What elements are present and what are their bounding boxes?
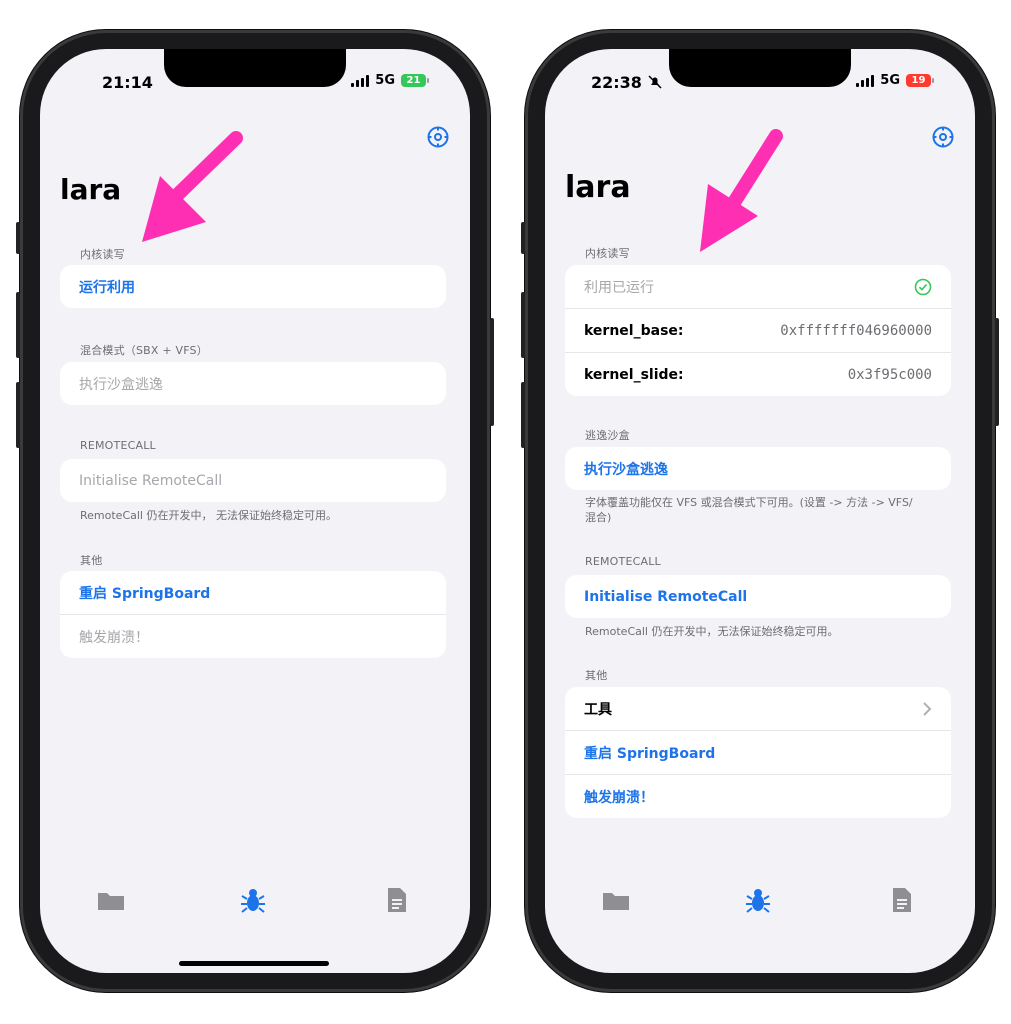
escape-card: 执行沙盒逃逸 (565, 447, 951, 490)
tools-row[interactable]: 工具 (565, 687, 951, 730)
signal-icon (856, 74, 875, 87)
notch (164, 49, 346, 87)
kernel-slide-value: 0x3f95c000 (847, 366, 932, 383)
document-icon[interactable] (382, 885, 412, 915)
page-title: lara (565, 170, 631, 205)
section-label-kernel-rw: 内核读写 (80, 248, 125, 261)
annotation-arrow-right (700, 129, 783, 252)
status-time: 22:38 (591, 73, 662, 92)
section-label-other: 其他 (585, 669, 608, 682)
remotecall-card: Initialise RemoteCall (565, 575, 951, 618)
notch (669, 49, 851, 87)
remotecall-note: RemoteCall 仍在开发中， 无法保证始终稳定可用。 (80, 509, 337, 522)
escape-note: 字体覆盖功能仅在 VFS 或混合模式下可用。(设置 -> 方法 -> VFS/混… (585, 496, 913, 524)
exploit-ran-row: 利用已运行 (565, 265, 951, 308)
left-phone: 21:14 5G 21 lara 内核读写 运行利用 混合模式（SBX + VF… (16, 30, 494, 992)
kernel-base-row: kernel_base: 0xfffffff046960000 (565, 308, 951, 352)
init-remotecall-button[interactable]: Initialise RemoteCall (565, 575, 951, 618)
folder-icon[interactable] (601, 885, 631, 915)
checkmark-circle-icon (914, 278, 932, 295)
signal-icon (351, 74, 370, 87)
other-card: 工具 重启 SpringBoard 触发崩溃！ (565, 687, 951, 818)
status-indicators: 5G 19 (856, 73, 934, 88)
status-time-text: 22:38 (591, 73, 642, 92)
tab-bar (40, 885, 470, 925)
power-button (995, 318, 999, 426)
section-label-other: 其他 (80, 554, 103, 567)
kernel-slide-row: kernel_slide: 0x3f95c000 (565, 352, 951, 396)
mute-switch (521, 222, 525, 254)
battery-icon: 19 (906, 74, 934, 87)
other-card: 重启 SpringBoard 触发崩溃！ (60, 571, 446, 658)
section-label-kernel-rw: 内核读写 (585, 247, 630, 260)
page-title: lara (60, 173, 122, 206)
chevron-right-icon (923, 701, 932, 716)
document-icon[interactable] (887, 885, 917, 915)
section-label-hybrid: 混合模式（SBX + VFS） (80, 344, 208, 357)
left-screen: 21:14 5G 21 lara 内核读写 运行利用 混合模式（SBX + VF… (40, 49, 470, 973)
trigger-crash-button[interactable]: 触发崩溃！ (565, 774, 951, 818)
network-label: 5G (375, 73, 395, 88)
kernel-slide-label: kernel_slide: (584, 366, 684, 383)
volume-up-button (521, 292, 525, 358)
bug-icon[interactable] (238, 885, 268, 915)
mute-switch (16, 222, 20, 254)
kernel-rw-card: 利用已运行 kernel_base: 0xfffffff046960000 ke… (565, 265, 951, 396)
tools-label: 工具 (584, 701, 612, 718)
section-label-remotecall: REMOTECALL (80, 439, 156, 452)
folder-icon[interactable] (96, 885, 126, 915)
section-label-remotecall: REMOTECALL (585, 555, 661, 568)
run-exploit-button[interactable]: 运行利用 (60, 265, 446, 308)
section-label-escape: 逃逸沙盒 (585, 429, 630, 442)
kernel-rw-card: 运行利用 (60, 265, 446, 308)
battery-icon: 21 (401, 74, 429, 87)
init-remotecall-button[interactable]: Initialise RemoteCall (60, 459, 446, 502)
kernel-base-label: kernel_base: (584, 322, 684, 339)
status-indicators: 5G 21 (351, 73, 429, 88)
volume-down-button (521, 382, 525, 448)
settings-gear-icon[interactable] (426, 125, 450, 149)
status-time: 21:14 (102, 73, 153, 92)
annotation-arrow-left (142, 131, 243, 242)
sandbox-escape-button[interactable]: 执行沙盒逃逸 (60, 362, 446, 405)
remotecall-card: Initialise RemoteCall (60, 459, 446, 502)
network-label: 5G (880, 73, 900, 88)
remotecall-note: RemoteCall 仍在开发中，无法保证始终稳定可用。 (585, 625, 839, 638)
tab-bar (545, 885, 975, 925)
silent-bell-icon (647, 75, 662, 89)
exploit-ran-label: 利用已运行 (584, 279, 654, 296)
respring-button[interactable]: 重启 SpringBoard (60, 571, 446, 614)
volume-up-button (16, 292, 20, 358)
home-indicator (179, 961, 329, 966)
trigger-crash-button[interactable]: 触发崩溃！ (60, 614, 446, 658)
hybrid-card: 执行沙盒逃逸 (60, 362, 446, 405)
power-button (490, 318, 494, 426)
settings-gear-icon[interactable] (931, 125, 955, 149)
volume-down-button (16, 382, 20, 448)
kernel-base-value: 0xfffffff046960000 (780, 322, 932, 339)
respring-button[interactable]: 重启 SpringBoard (565, 730, 951, 774)
bug-icon[interactable] (743, 885, 773, 915)
sandbox-escape-button[interactable]: 执行沙盒逃逸 (565, 447, 951, 490)
